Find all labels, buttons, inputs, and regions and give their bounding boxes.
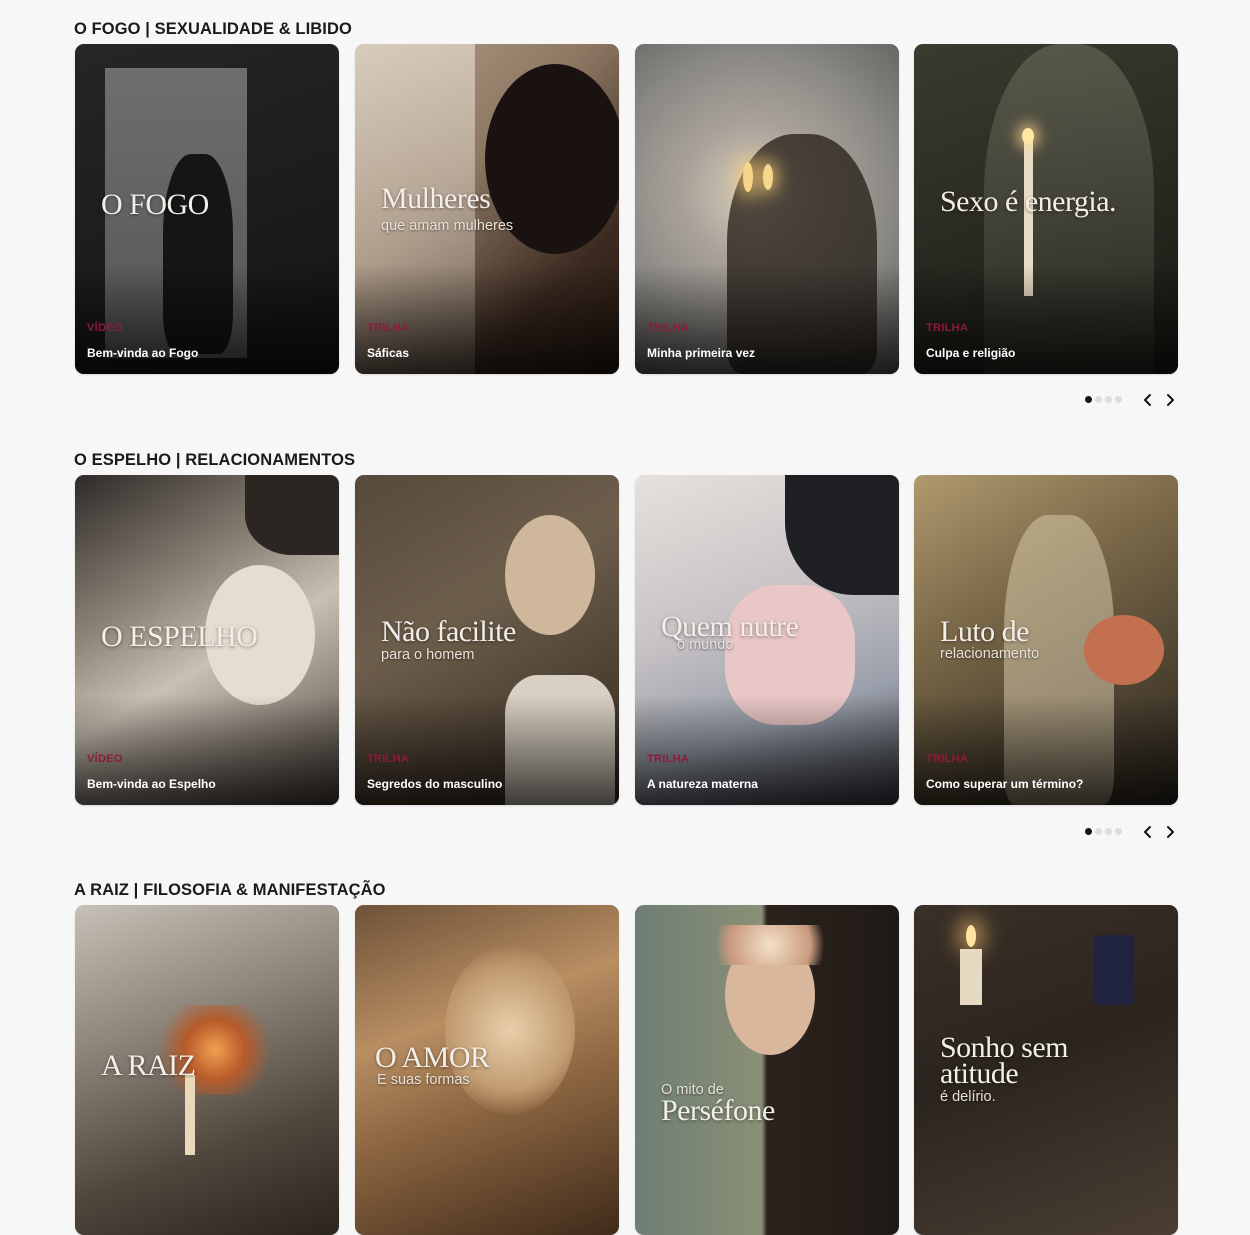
card-amor[interactable]: O AMOR E suas formas [355,905,619,1235]
card-title: Minha primeira vez [647,346,756,360]
card-raiz[interactable]: A RAIZ [75,905,339,1235]
card-title: Bem-vinda ao Espelho [87,777,216,791]
candle-flame [743,162,753,192]
page-dot[interactable] [1095,828,1102,835]
card-carousel: A RAIZ O AMOR E suas formas O mito de Pe… [0,905,1250,1235]
card-heading: O AMOR [375,1041,490,1074]
page-dot[interactable] [1115,828,1122,835]
card-title: Culpa e religião [926,346,1016,360]
candle-flame [966,925,976,947]
card-saficas[interactable]: Mulheres que amam mulheres TRILHA Sáfica… [355,44,619,374]
car-seat [785,475,899,595]
chevron-right-icon[interactable] [1162,824,1178,840]
carousel-controls [1085,392,1185,408]
flowers [1084,615,1164,685]
pagination-dots [1085,396,1125,414]
page-dot[interactable] [1105,396,1112,403]
card-heading: A RAIZ [101,1049,196,1082]
card-heading-line2: atitude [940,1057,1019,1090]
card-kind-label: TRILHA [926,753,969,765]
page-dot[interactable] [1085,828,1092,835]
card-title: A natureza materna [647,777,758,791]
card-kind-label: TRILHA [367,753,410,765]
chevron-left-icon[interactable] [1140,824,1156,840]
candle-flame [1022,128,1034,144]
candle [185,1075,195,1155]
card-sonho-atitude[interactable]: Sonho sem atitude é delírio. [914,905,1178,1235]
card-kind-label: TRILHA [647,753,690,765]
carousel-controls [1085,824,1185,840]
chevron-left-icon[interactable] [1140,392,1156,408]
card-heading: Não facilite [381,615,516,648]
section-title: O FOGO | SEXUALIDADE & LIBIDO [74,20,352,38]
card-primeira-vez[interactable]: TRILHA Minha primeira vez [635,44,899,374]
statue [445,945,575,1115]
section-title: O ESPELHO | RELACIONAMENTOS [74,451,356,469]
card-subheading: para o homem [381,647,475,663]
candle-flame [763,164,773,190]
bottle [1094,935,1134,1005]
card-kind-label: TRILHA [926,322,969,334]
card-heading: Perséfone [661,1094,775,1127]
card-subheading: relacionamento [940,646,1040,662]
card-subheading: que amam mulheres [381,218,514,234]
card-heading: Sexo é energia. [940,185,1117,218]
chevron-right-icon[interactable] [1162,392,1178,408]
card-title: Sáficas [367,346,410,360]
card-title: Bem-vinda ao Fogo [87,346,199,360]
card-subheading: E suas formas [377,1072,470,1088]
candle [960,949,982,1005]
card-heading: O FOGO [101,188,209,221]
pagination-dots [1085,828,1125,846]
card-persefone[interactable]: O mito de Perséfone [635,905,899,1235]
card-superar-termino[interactable]: Luto de relacionamento TRILHA Como super… [914,475,1178,805]
section-title: A RAIZ | FILOSOFIA & MANIFESTAÇÃO [74,881,386,899]
dark-hair [245,475,339,555]
card-title: Como superar um término? [926,777,1084,791]
card-kind-label: VÍDEO [87,322,123,334]
card-segredos-masculino[interactable]: Não facilite para o homem TRILHA Segredo… [355,475,619,805]
card-bem-vinda-espelho[interactable]: O ESPELHO VÍDEO Bem-vinda ao Espelho [75,475,339,805]
card-subheading: o mundo [677,637,734,653]
flower-crown [705,925,835,965]
card-heading: Mulheres [381,182,491,215]
page-dot[interactable] [1085,396,1092,403]
page-dot[interactable] [1115,396,1122,403]
face [505,515,595,635]
card-carousel: O ESPELHO VÍDEO Bem-vinda ao Espelho Não… [0,475,1250,807]
card-kind-label: TRILHA [647,322,690,334]
card-carousel: O FOGO VÍDEO Bem-vinda ao Fogo Mulheres … [0,44,1250,376]
card-heading: O ESPELHO [101,620,258,653]
card-kind-label: TRILHA [367,322,410,334]
card-title: Segredos do masculino [367,777,503,791]
card-subheading: é delírio. [940,1089,996,1105]
page-dot[interactable] [1095,396,1102,403]
card-bem-vinda-fogo[interactable]: O FOGO VÍDEO Bem-vinda ao Fogo [75,44,339,374]
card-heading: Luto de [940,615,1029,648]
page-dot[interactable] [1105,828,1112,835]
card-kind-label: VÍDEO [87,753,123,765]
card-natureza-materna[interactable]: Quem nutre o mundo TRILHA A natureza mat… [635,475,899,805]
card-culpa-religiao[interactable]: Sexo é energia. TRILHA Culpa e religião [914,44,1178,374]
